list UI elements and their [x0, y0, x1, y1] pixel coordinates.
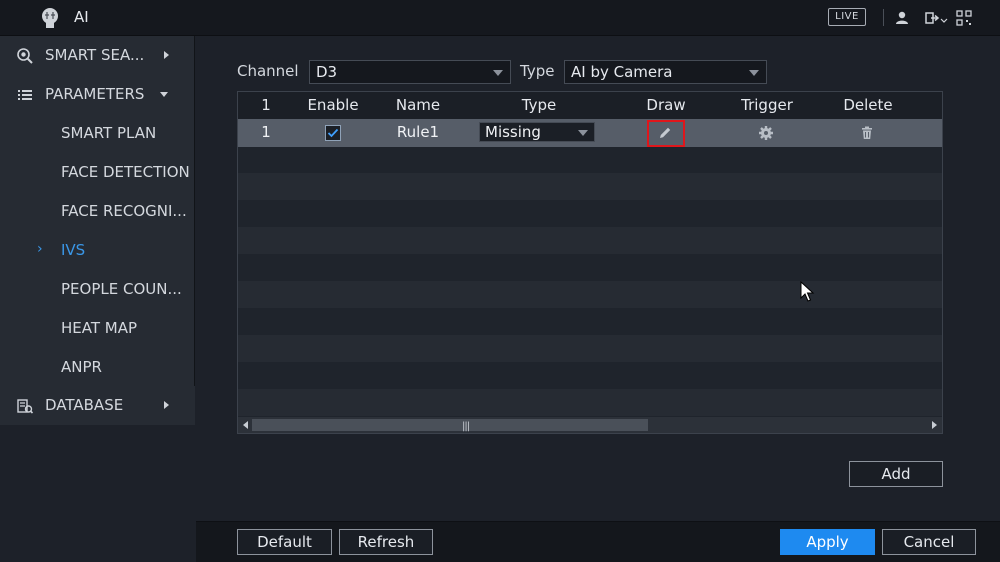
- sidebar-subitem-anpr[interactable]: ANPR: [0, 348, 195, 387]
- ai-head-icon: [42, 8, 58, 28]
- sidebar-subitem-face-detection[interactable]: FACE DETECTION: [0, 153, 195, 192]
- dropdown-arrow-icon: [493, 70, 503, 76]
- sidebar-subitem-label: FACE DETECTION: [61, 163, 190, 181]
- trash-icon[interactable]: [859, 125, 875, 141]
- chevron-right-icon: ›: [37, 241, 43, 257]
- pencil-icon[interactable]: [657, 125, 673, 141]
- sidebar-item-smart-search[interactable]: SMART SEA...: [0, 36, 195, 75]
- sidebar-subitem-label: SMART PLAN: [61, 124, 157, 142]
- qr-code-icon[interactable]: [955, 9, 973, 27]
- sidebar-item-label: DATABASE: [45, 396, 124, 414]
- table-row[interactable]: 1 Rule1 Missing: [238, 119, 942, 147]
- type-label: Type: [520, 62, 555, 80]
- title-bar: AI LIVE: [0, 0, 1000, 36]
- enable-checkbox[interactable]: [325, 125, 341, 141]
- channel-select[interactable]: D3: [309, 60, 511, 84]
- column-header-name: Name: [395, 96, 441, 114]
- database-icon: [17, 399, 34, 414]
- page-title: AI: [74, 8, 89, 26]
- logout-icon[interactable]: [923, 9, 941, 27]
- cancel-button[interactable]: Cancel: [882, 529, 976, 555]
- empty-row: [238, 227, 942, 254]
- scrollbar-thumb[interactable]: |||: [252, 419, 648, 432]
- chevron-down-icon[interactable]: [940, 9, 948, 27]
- empty-row: [238, 281, 942, 308]
- sidebar-subitem-ivs[interactable]: › IVS: [0, 231, 195, 270]
- sidebar-subitem-label: FACE RECOGNI...: [61, 202, 187, 220]
- sidebar-item-parameters[interactable]: PARAMETERS: [0, 75, 195, 114]
- list-icon: [18, 90, 32, 100]
- user-icon[interactable]: [893, 9, 911, 27]
- rule-name: Rule1: [396, 123, 440, 141]
- dropdown-arrow-icon: [749, 70, 759, 76]
- empty-row: [238, 173, 942, 200]
- channel-value: D3: [316, 63, 338, 81]
- column-header-enable: Enable: [307, 96, 359, 114]
- column-header-type: Type: [521, 96, 557, 114]
- column-header-draw: Draw: [646, 96, 686, 114]
- scroll-right-icon[interactable]: [932, 421, 937, 429]
- sidebar-subitem-people-counting[interactable]: PEOPLE COUN...: [0, 270, 195, 309]
- mouse-cursor-icon: [800, 281, 815, 302]
- empty-row: [238, 389, 942, 416]
- row-index: 1: [261, 123, 271, 141]
- refresh-button[interactable]: Refresh: [339, 529, 433, 555]
- sidebar-subitem-smart-plan[interactable]: SMART PLAN: [0, 114, 195, 153]
- sidebar: SMART SEA... PARAMETERS SMART PLAN FACE …: [0, 36, 195, 562]
- rule-type-select[interactable]: Missing: [479, 122, 595, 142]
- empty-row: [238, 335, 942, 362]
- column-header-index: 1: [261, 96, 271, 114]
- sidebar-subitem-label: HEAT MAP: [61, 319, 138, 337]
- scroll-left-icon[interactable]: [243, 421, 248, 429]
- horizontal-scrollbar[interactable]: |||: [238, 417, 942, 433]
- column-header-delete: Delete: [843, 96, 893, 114]
- rules-table: 1 Enable Name Type Draw Trigger Delete 1…: [237, 91, 943, 434]
- type-value: AI by Camera: [571, 63, 673, 81]
- caret-right-icon: [164, 401, 169, 409]
- check-icon: [327, 128, 339, 138]
- table-header: 1 Enable Name Type Draw Trigger Delete: [238, 92, 942, 119]
- sidebar-item-label: SMART SEA...: [45, 46, 145, 64]
- column-header-trigger: Trigger: [741, 96, 793, 114]
- sidebar-item-database[interactable]: DATABASE: [0, 386, 195, 425]
- dropdown-arrow-icon: [578, 130, 588, 136]
- smart-search-icon: [17, 48, 33, 64]
- gear-icon[interactable]: [758, 125, 774, 141]
- grip-icon: |||: [462, 421, 470, 432]
- sidebar-item-label: PARAMETERS: [45, 85, 145, 103]
- channel-label: Channel: [237, 62, 299, 80]
- live-button[interactable]: LIVE: [828, 8, 866, 26]
- apply-button[interactable]: Apply: [780, 529, 875, 555]
- sidebar-subitem-heat-map[interactable]: HEAT MAP: [0, 309, 195, 348]
- sidebar-subitem-label: PEOPLE COUN...: [61, 280, 182, 298]
- rule-type-value: Missing: [485, 123, 541, 141]
- add-button[interactable]: Add: [849, 461, 943, 487]
- caret-down-icon: [160, 92, 168, 97]
- toolbar-divider: [883, 9, 884, 26]
- default-button[interactable]: Default: [237, 529, 332, 555]
- sidebar-subitem-face-recognition[interactable]: FACE RECOGNI...: [0, 192, 195, 231]
- sidebar-subitem-label: ANPR: [61, 358, 102, 376]
- type-select[interactable]: AI by Camera: [564, 60, 767, 84]
- sidebar-subitem-label: IVS: [61, 241, 86, 259]
- caret-right-icon: [164, 51, 169, 59]
